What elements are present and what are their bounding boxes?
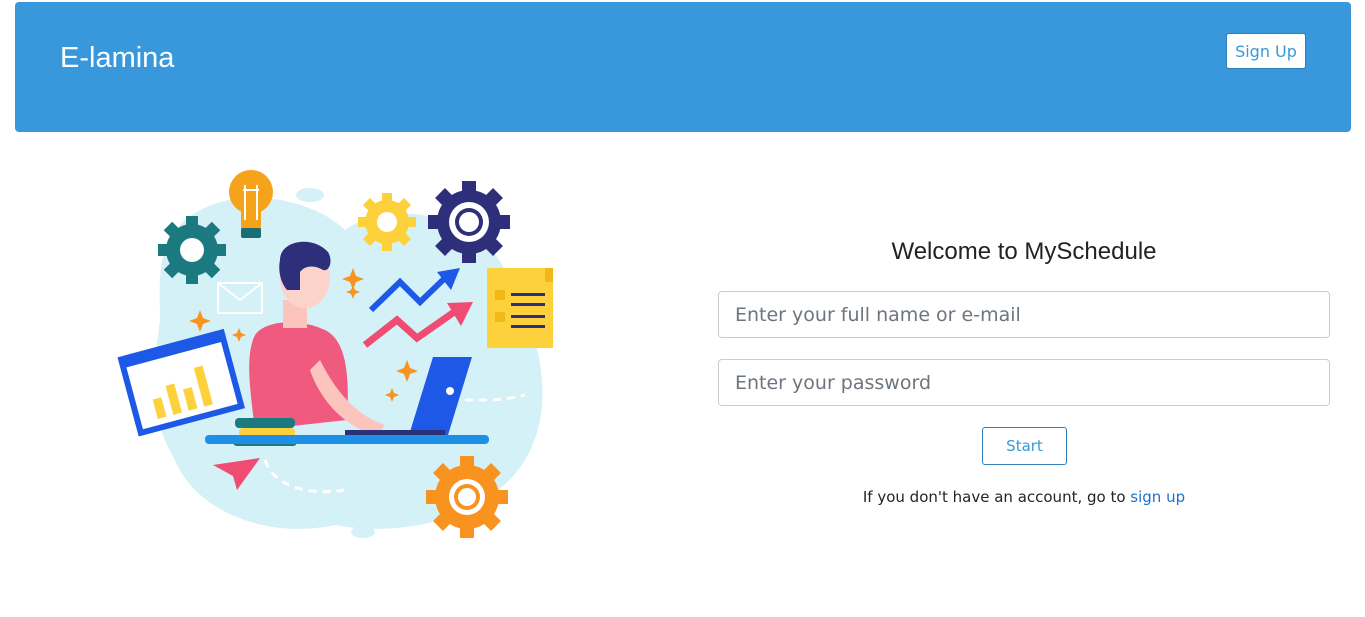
welcome-title: Welcome to MySchedule	[891, 238, 1157, 265]
sign-up-button[interactable]: Sign Up	[1226, 33, 1306, 69]
sign-up-link[interactable]: sign up	[1130, 488, 1185, 506]
navy-gear-icon	[428, 181, 510, 263]
start-button[interactable]: Start	[982, 427, 1067, 465]
person-working-illustration	[117, 170, 553, 538]
desk-surface	[205, 435, 489, 444]
teal-gear-icon	[158, 216, 226, 284]
signup-hint-text: If you don't have an account, go to	[862, 488, 1131, 506]
orange-gear-icon	[426, 456, 508, 538]
checklist-icon	[487, 268, 553, 348]
password-input[interactable]	[718, 359, 1330, 406]
name-or-email-input[interactable]	[718, 291, 1330, 338]
brand-title[interactable]: E-lamina	[60, 42, 174, 75]
header-bar: E-lamina Sign Up	[15, 2, 1351, 132]
signup-hint: If you don't have an account, go to sign…	[718, 488, 1330, 506]
yellow-gear-icon	[358, 193, 416, 251]
